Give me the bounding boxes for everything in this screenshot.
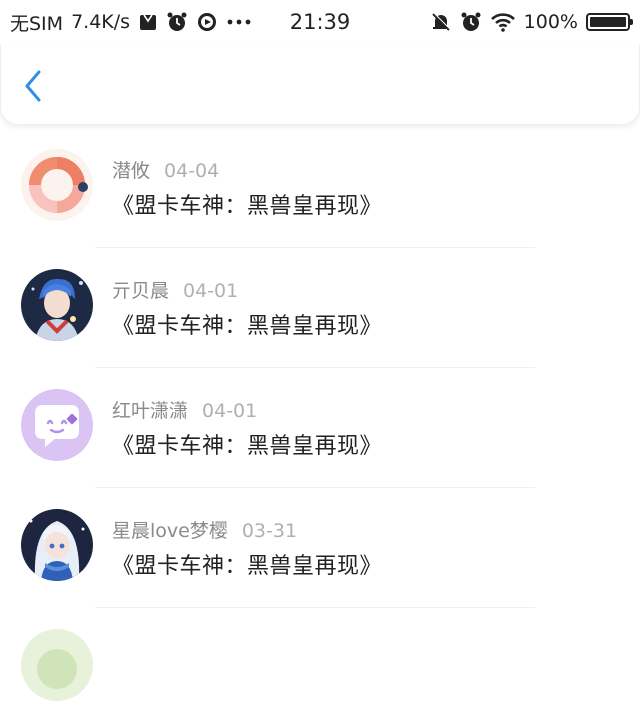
avatar[interactable] xyxy=(21,509,93,581)
item-title[interactable]: 《盟卡车神：黑兽皇再现》 xyxy=(112,188,382,220)
item-meta: 潜攸 04-04 xyxy=(112,156,219,183)
donut-avatar-image xyxy=(21,149,93,221)
alarm-icon xyxy=(166,11,188,33)
work-list: 潜攸 04-04 《盟卡车神：黑兽皇再现》 亓贝晨 04-01 《盟卡车神：黑兽皇再… xyxy=(0,128,640,728)
item-meta: 红叶潇潇 04-01 xyxy=(112,396,257,423)
battery-percent: 100% xyxy=(523,11,578,33)
list-item[interactable]: 潜攸 04-04 《盟卡车神：黑兽皇再现》 xyxy=(0,128,640,248)
post-date: 04-01 xyxy=(202,400,258,422)
item-meta: 亓贝晨 04-01 xyxy=(112,276,238,303)
item-title[interactable]: 《盟卡车神：黑兽皇再现》 xyxy=(112,428,382,460)
list-item[interactable]: 星晨love梦樱 03-31 《盟卡车神：黑兽皇再现》 xyxy=(0,488,640,608)
item-meta: 星晨love梦樱 03-31 xyxy=(112,516,297,543)
author-name: 红叶潇潇 xyxy=(112,400,189,422)
status-left: 无SIM 7.4K/s xyxy=(10,9,252,36)
status-right: 100% xyxy=(430,11,633,33)
item-title[interactable]: 《盟卡车神：黑兽皇再现》 xyxy=(112,308,382,340)
status-bar: 无SIM 7.4K/s 21:39 100% xyxy=(0,0,640,44)
avatar[interactable] xyxy=(21,149,93,221)
media-play-icon xyxy=(196,11,218,33)
network-speed: 7.4K/s xyxy=(71,11,131,33)
back-button[interactable] xyxy=(19,68,49,104)
list-item[interactable] xyxy=(0,608,640,728)
list-item[interactable]: 红叶潇潇 04-01 《盟卡车神：黑兽皇再现》 xyxy=(0,368,640,488)
alarm-icon-right xyxy=(460,11,482,33)
battery-fill xyxy=(590,17,626,27)
author-name: 星晨love梦樱 xyxy=(112,520,228,542)
notification-icon xyxy=(138,12,158,32)
mute-bell-icon xyxy=(430,11,452,33)
nav-bar xyxy=(0,44,640,125)
post-date: 04-01 xyxy=(183,280,239,302)
author-name: 亓贝晨 xyxy=(112,280,170,302)
anime-girl-avatar-image xyxy=(21,509,93,581)
avatar[interactable] xyxy=(21,389,93,461)
more-dots-icon xyxy=(226,18,252,26)
item-title[interactable]: 《盟卡车神：黑兽皇再现》 xyxy=(112,548,382,580)
chat-bubble-avatar-image xyxy=(21,389,93,461)
carrier-label: 无SIM xyxy=(10,12,64,35)
anime-boy-avatar-image xyxy=(21,269,93,341)
author-name: 潜攸 xyxy=(112,160,151,182)
post-date: 04-04 xyxy=(164,160,220,182)
avatar[interactable] xyxy=(21,269,93,341)
item-meta xyxy=(112,636,126,658)
battery-icon xyxy=(586,13,633,31)
wifi-icon xyxy=(490,12,516,32)
post-date: 03-31 xyxy=(241,520,298,542)
chevron-left-icon xyxy=(25,70,41,102)
list-item[interactable]: 亓贝晨 04-01 《盟卡车神：黑兽皇再现》 xyxy=(0,248,640,368)
